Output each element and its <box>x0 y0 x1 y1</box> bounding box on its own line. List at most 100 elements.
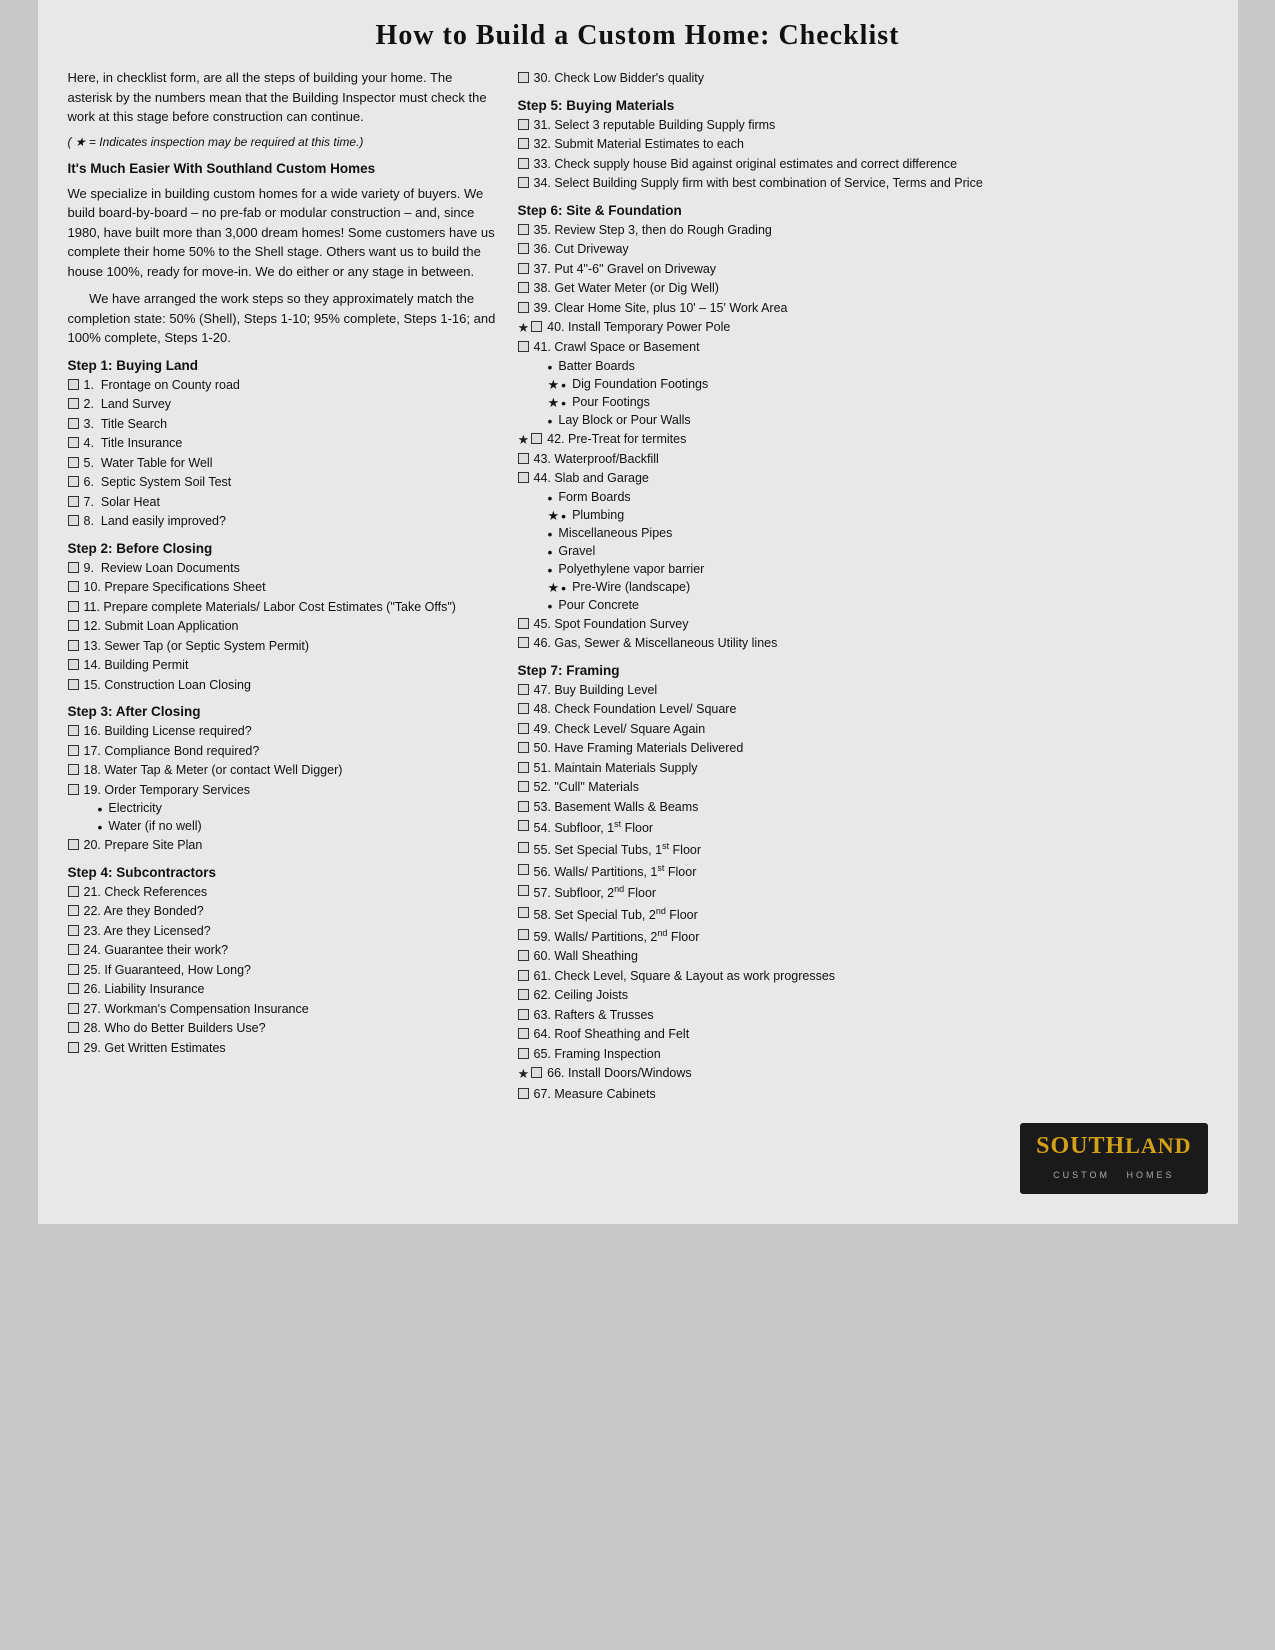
checkbox-14[interactable] <box>68 659 79 670</box>
sub-misc-pipes: •Miscellaneous Pipes <box>548 526 1208 542</box>
item-18: 18. Water Tap & Meter (or contact Well D… <box>68 762 498 780</box>
checkbox-17[interactable] <box>68 745 79 756</box>
item-48: 48. Check Foundation Level/ Square <box>518 701 1208 719</box>
item-22: 22. Are they Bonded? <box>68 903 498 921</box>
checkbox-38[interactable] <box>518 282 529 293</box>
checkbox-18[interactable] <box>68 764 79 775</box>
sub-form-boards: •Form Boards <box>548 490 1208 506</box>
inspection-note: ( ★ = Indicates inspection may be requir… <box>68 135 498 149</box>
item-56: 56. Walls/ Partitions, 1st Floor <box>518 862 1208 882</box>
checkbox-3[interactable] <box>68 418 79 429</box>
checkbox-19[interactable] <box>68 784 79 795</box>
item-25: 25. If Guaranteed, How Long? <box>68 962 498 980</box>
checkbox-13[interactable] <box>68 640 79 651</box>
checkbox-34[interactable] <box>518 177 529 188</box>
item-62: 62. Ceiling Joists <box>518 987 1208 1005</box>
checkbox-27[interactable] <box>68 1003 79 1014</box>
checkbox-58[interactable] <box>518 907 529 918</box>
checkbox-66[interactable] <box>531 1067 542 1078</box>
checkbox-28[interactable] <box>68 1022 79 1033</box>
checkbox-67[interactable] <box>518 1088 529 1099</box>
checkbox-21[interactable] <box>68 886 79 897</box>
checkbox-16[interactable] <box>68 725 79 736</box>
checkbox-7[interactable] <box>68 496 79 507</box>
logo-brand: SOUTHLAND <box>1036 1133 1191 1159</box>
item-52: 52. "Cull" Materials <box>518 779 1208 797</box>
checkbox-51[interactable] <box>518 762 529 773</box>
checkbox-24[interactable] <box>68 944 79 955</box>
checkbox-52[interactable] <box>518 781 529 792</box>
item-59: 59. Walls/ Partitions, 2nd Floor <box>518 927 1208 947</box>
checkbox-48[interactable] <box>518 703 529 714</box>
checkbox-12[interactable] <box>68 620 79 631</box>
item-61: 61. Check Level, Square & Layout as work… <box>518 968 1208 986</box>
item-66: ★ 66. Install Doors/Windows <box>518 1065 1208 1083</box>
checkbox-31[interactable] <box>518 119 529 130</box>
checkbox-63[interactable] <box>518 1009 529 1020</box>
checkbox-30[interactable] <box>518 72 529 83</box>
checkbox-32[interactable] <box>518 138 529 149</box>
checkbox-50[interactable] <box>518 742 529 753</box>
checkbox-39[interactable] <box>518 302 529 313</box>
checkbox-53[interactable] <box>518 801 529 812</box>
checkbox-6[interactable] <box>68 476 79 487</box>
checkbox-36[interactable] <box>518 243 529 254</box>
item-23: 23. Are they Licensed? <box>68 923 498 941</box>
checkbox-8[interactable] <box>68 515 79 526</box>
checkbox-37[interactable] <box>518 263 529 274</box>
item-2: 2. Land Survey <box>68 396 498 414</box>
checkbox-4[interactable] <box>68 437 79 448</box>
item-10: 10. Prepare Specifications Sheet <box>68 579 498 597</box>
star-dig: ★ <box>548 377 560 393</box>
checkbox-10[interactable] <box>68 581 79 592</box>
item-1: 1. Frontage on County road <box>68 377 498 395</box>
item-37: 37. Put 4"-6" Gravel on Driveway <box>518 261 1208 279</box>
checkbox-46[interactable] <box>518 637 529 648</box>
checkbox-41[interactable] <box>518 341 529 352</box>
checkbox-26[interactable] <box>68 983 79 994</box>
checkbox-64[interactable] <box>518 1028 529 1039</box>
checkbox-60[interactable] <box>518 950 529 961</box>
checkbox-49[interactable] <box>518 723 529 734</box>
checkbox-55[interactable] <box>518 842 529 853</box>
checkbox-40[interactable] <box>531 321 542 332</box>
checkbox-9[interactable] <box>68 562 79 573</box>
checkbox-59[interactable] <box>518 929 529 940</box>
item-33: 33. Check supply house Bid against origi… <box>518 156 1208 174</box>
checkbox-23[interactable] <box>68 925 79 936</box>
sub-batter-boards: •Batter Boards <box>548 359 1208 375</box>
item-9: 9. Review Loan Documents <box>68 560 498 578</box>
checkbox-33[interactable] <box>518 158 529 169</box>
item-20: 20. Prepare Site Plan <box>68 837 498 855</box>
checkbox-56[interactable] <box>518 864 529 875</box>
checkbox-5[interactable] <box>68 457 79 468</box>
checkbox-43[interactable] <box>518 453 529 464</box>
item-16: 16. Building License required? <box>68 723 498 741</box>
sub-pre-wire: ★•Pre-Wire (landscape) <box>548 580 1208 596</box>
checkbox-1[interactable] <box>68 379 79 390</box>
checkbox-44[interactable] <box>518 472 529 483</box>
checkbox-29[interactable] <box>68 1042 79 1053</box>
checkbox-47[interactable] <box>518 684 529 695</box>
checkbox-22[interactable] <box>68 905 79 916</box>
logo-sub: CUSTOM HOMES <box>1053 1170 1174 1180</box>
item-51: 51. Maintain Materials Supply <box>518 760 1208 778</box>
step3-heading: Step 3: After Closing <box>68 704 498 719</box>
checkbox-20[interactable] <box>68 839 79 850</box>
checkbox-35[interactable] <box>518 224 529 235</box>
checkbox-2[interactable] <box>68 398 79 409</box>
checkbox-54[interactable] <box>518 820 529 831</box>
checkbox-61[interactable] <box>518 970 529 981</box>
checkbox-65[interactable] <box>518 1048 529 1059</box>
checkbox-25[interactable] <box>68 964 79 975</box>
star-pour: ★ <box>548 395 560 411</box>
item-28: 28. Who do Better Builders Use? <box>68 1020 498 1038</box>
checkbox-62[interactable] <box>518 989 529 1000</box>
logo-container: SOUTHLAND CUSTOM HOMES <box>518 1123 1208 1194</box>
checkbox-11[interactable] <box>68 601 79 612</box>
checkbox-57[interactable] <box>518 885 529 896</box>
checkbox-42[interactable] <box>531 433 542 444</box>
item-24: 24. Guarantee their work? <box>68 942 498 960</box>
checkbox-45[interactable] <box>518 618 529 629</box>
checkbox-15[interactable] <box>68 679 79 690</box>
